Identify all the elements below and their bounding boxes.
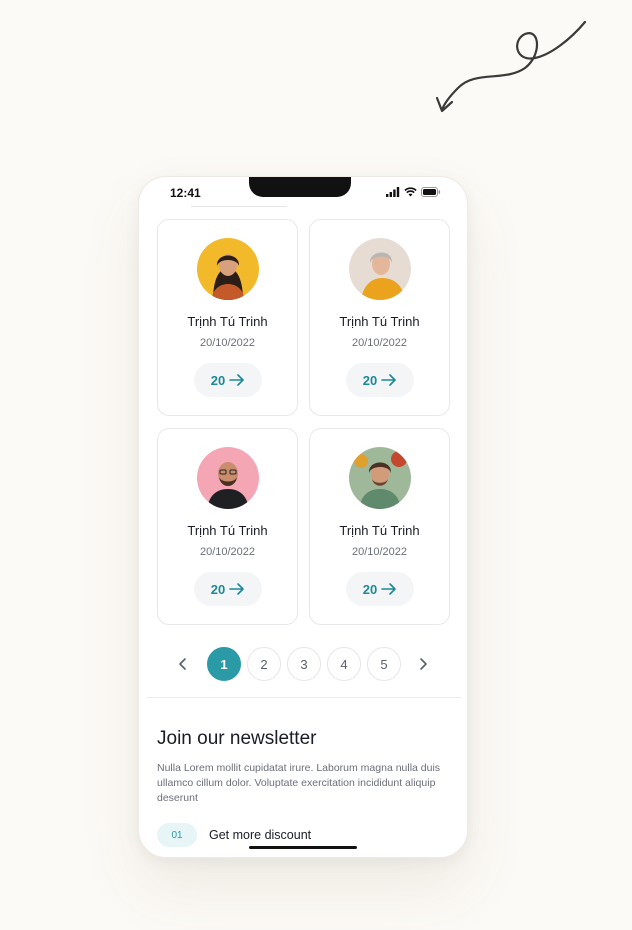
card-name: Trịnh Tú Trinh [187,314,268,329]
card-name: Trịnh Tú Trinh [339,314,420,329]
page-button-4[interactable]: 4 [327,647,361,681]
status-icons [386,187,441,197]
benefit-text: Get more discount [209,828,312,842]
home-indicator[interactable] [249,846,357,849]
arrow-right-icon [229,583,245,595]
card-name: Trịnh Tú Trinh [339,523,420,538]
phone-frame: 12:41 Trịnh Tú Trinh 20/10/2022 20 Trịnh… [138,176,468,858]
user-card[interactable]: Trịnh Tú Trinh 20/10/2022 20 [309,219,450,416]
avatar [349,447,411,509]
decorative-arrow-doodle [435,20,587,113]
battery-icon [421,187,441,197]
card-name: Trịnh Tú Trinh [187,523,268,538]
avatar [197,447,259,509]
card-count: 20 [362,372,378,388]
card-count: 20 [362,581,378,597]
avatar [197,238,259,300]
user-card[interactable]: Trịnh Tú Trinh 20/10/2022 20 [157,219,298,416]
avatar-image [349,238,411,300]
avatar-image [197,447,259,509]
card-count-button[interactable]: 20 [346,572,414,606]
pagination: 1 2 3 4 5 [169,647,439,681]
status-time: 12:41 [170,186,201,200]
card-count-button[interactable]: 20 [346,363,414,397]
page-button-5[interactable]: 5 [367,647,401,681]
card-count: 20 [210,372,226,388]
newsletter-description: Nulla Lorem mollit cupidatat irure. Labo… [157,762,441,804]
avatar [349,238,411,300]
user-card[interactable]: Trịnh Tú Trinh 20/10/2022 20 [157,428,298,625]
avatar-image [197,238,259,300]
top-divider [191,206,287,207]
card-date: 20/10/2022 [199,546,256,558]
arrow-right-icon [381,583,397,595]
status-bar: 12:41 [139,177,467,207]
chevron-right-icon[interactable] [415,656,431,672]
page-button-2[interactable]: 2 [247,647,281,681]
card-count: 20 [210,581,226,597]
newsletter-benefit-item: 01 Get more discount [157,823,311,847]
section-divider [147,697,461,698]
arrow-right-icon [381,374,397,386]
user-card[interactable]: Trịnh Tú Trinh 20/10/2022 20 [309,428,450,625]
arrow-right-icon [229,374,245,386]
avatar-image [349,447,411,509]
chevron-left-icon[interactable] [175,656,191,672]
card-date: 20/10/2022 [351,546,408,558]
phone-notch [249,177,351,197]
card-date: 20/10/2022 [199,337,256,349]
card-count-button[interactable]: 20 [194,572,262,606]
card-date: 20/10/2022 [351,337,408,349]
benefit-number-badge: 01 [157,823,197,847]
card-count-button[interactable]: 20 [194,363,262,397]
page-button-3[interactable]: 3 [287,647,321,681]
page-button-1[interactable]: 1 [207,647,241,681]
newsletter-title: Join our newsletter [157,728,317,749]
wifi-icon [404,187,417,197]
signal-icon [386,187,400,197]
